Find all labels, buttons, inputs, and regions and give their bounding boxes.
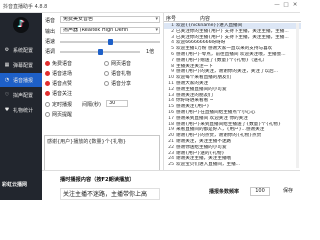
radio-dot [45,91,50,96]
option-timed-broadcast[interactable]: 定时播报 [45,101,72,108]
sidebar-item-label: 系统配置 [13,47,34,54]
sidebar-item-voice-broadcast[interactable]: ◔ 语音播报 [0,73,42,87]
gear-icon: ⚙ [4,47,10,53]
sidebar-item-label: 拟声配置 [13,92,34,99]
brand-footer: 彩虹云播网 [2,182,28,188]
option-voice-share[interactable]: 语音分享 [104,80,131,87]
broadcast-frequency-label: 播报条数频率 [209,189,240,195]
row-number: 25 [168,162,174,168]
option-voice-enter[interactable]: 语音进场 [45,70,72,77]
voice-label: 语音 [45,18,56,24]
tone-slider-handle[interactable] [98,49,103,55]
option-label: 网页语音 [111,61,132,67]
tone-slider[interactable] [60,49,140,55]
radio-dot [104,71,109,76]
window-controls: — □ ✕ [274,2,298,9]
option-voice-like[interactable]: 语音点赞 [45,80,72,87]
option-label: 语音进场 [52,71,73,77]
sidebar-item-system-config[interactable]: ⚙ 系统配置 [0,43,42,57]
maximize-button[interactable]: □ [283,2,289,9]
option-label: 语音礼物 [111,71,132,77]
option-voice-gift[interactable]: 语音礼物 [104,70,131,77]
bottom-bar: 播时播报内容（按F2朗读播放） 关注主播不迷路，主播带你上高 播报条数频率 10… [42,170,300,200]
option-voice-follow[interactable]: 语音关注 [45,90,72,97]
speaker-icon: ◔ [4,77,10,83]
sidebar: ♪ ⚙ 系统配置 ▦ 弹幕配置 ◔ 语音播报 ♡ 拟声配置 ♥ 礼物统计 彩虹云… [0,13,42,200]
sidebar-item-voice-clone[interactable]: ♡ 拟声配置 [0,88,42,102]
option-label: 语音点赞 [52,81,73,87]
row-content: 欢迎宝贝们进入直播间，主播... [176,162,241,168]
heart-outline-icon: ♡ [4,92,10,98]
tiktok-logo-icon: ♪ [13,17,29,33]
interval-label: 间隔(秒) [82,102,101,108]
grid-icon: ▦ [4,62,10,68]
voice-select[interactable]: 免费美女音色 [60,16,160,23]
radio-dot [45,112,50,117]
radio-dot [104,61,109,66]
tone-value: 1倍 [146,49,155,55]
option-label: 免费语音 [52,61,73,67]
option-label: 语音关注 [52,91,73,97]
option-label: 语音分享 [111,81,132,87]
radio-dot [45,61,50,66]
speed-slider[interactable] [60,39,160,45]
close-button[interactable]: ✕ [292,2,298,9]
save-button[interactable]: 保存 [278,185,298,197]
heart-icon: ♥ [4,107,10,113]
realtime-broadcast-input[interactable]: 关注主播不迷路，主播带你上高 [60,188,160,200]
column-header-content: 内容 [200,16,211,22]
list-header: 序号 内容 [164,13,301,22]
sidebar-item-label: 礼物统计 [13,107,34,114]
output-device-select[interactable]: 扬声器 (Realtek High Defin [60,27,160,34]
list-row[interactable]: 25 欢迎宝贝们进入直播间，主播... [164,162,301,168]
radio-dot [45,71,50,76]
tone-label: 语调 [45,49,56,55]
title-bar: 抖音直播助手 4.8.8 — □ ✕ [0,0,300,13]
sidebar-item-danmu-config[interactable]: ▦ 弹幕配置 [0,58,42,72]
speed-label: 语速 [45,39,56,45]
sidebar-item-label: 弹幕配置 [13,62,34,69]
window-title: 抖音直播助手 4.8.8 [3,4,48,10]
radio-dot [45,102,50,107]
column-header-number: 序号 [166,16,177,22]
output-label: 输出 [45,29,56,35]
broadcast-frequency-input[interactable]: 100 [250,187,270,196]
option-web-alert[interactable]: 网页提醒 [45,111,72,118]
radio-dot [104,81,109,86]
minimize-button[interactable]: — [274,2,280,9]
sidebar-item-gift-stats[interactable]: ♥ 礼物统计 [0,103,42,117]
list-scrollbar[interactable] [296,23,299,168]
speed-slider-handle[interactable] [108,39,113,45]
radio-dot [45,81,50,86]
option-label: 网页提醒 [52,112,73,118]
broadcast-list-panel: 序号 内容 1 欢迎{{nickname}}进入直播间 2 已关注你的主播{用户} 支… [163,13,301,170]
sidebar-item-label: 语音播报 [13,77,34,84]
option-web-voice[interactable]: 网页语音 [104,60,131,67]
option-label: 定时播报 [52,102,73,108]
interval-input[interactable]: 30 [106,100,128,107]
realtime-broadcast-title: 播时播报内容（按F2朗读播放） [60,177,135,183]
option-free-voice[interactable]: 免费语音 [45,60,72,67]
